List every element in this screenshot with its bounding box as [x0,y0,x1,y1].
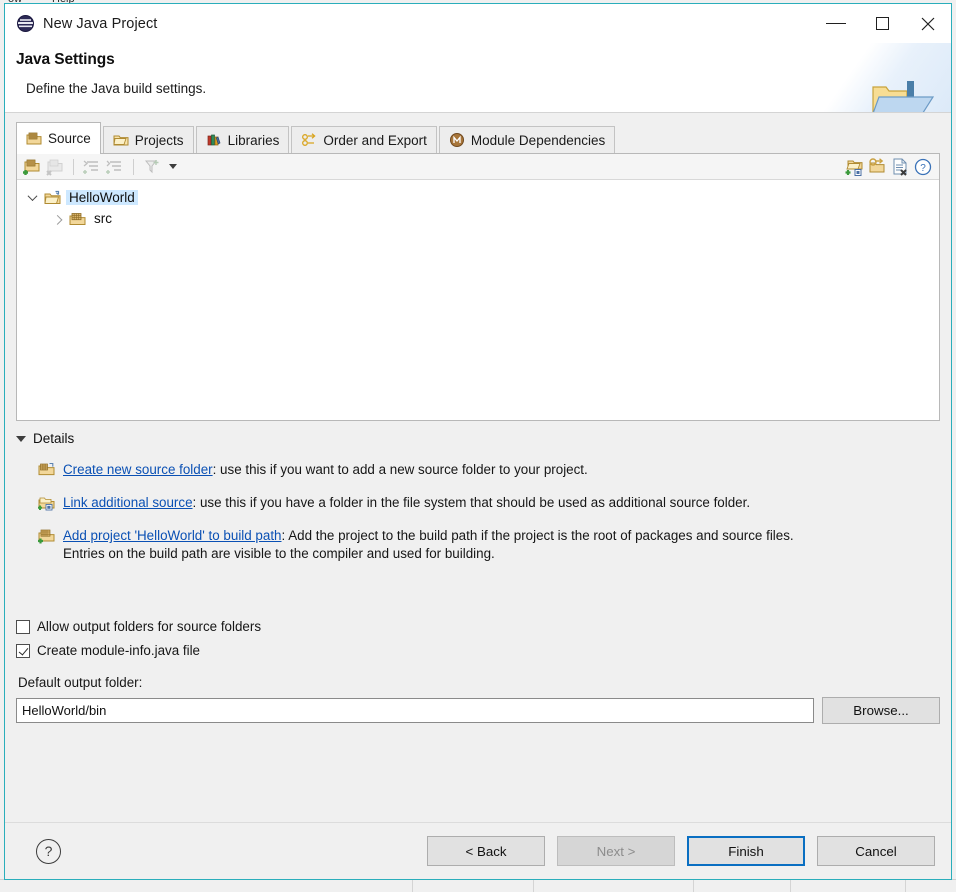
link-link-additional-source[interactable]: Link additional source [63,495,193,510]
dialog-footer: ? < Back Next > Finish Cancel [5,822,951,879]
details-label: Details [33,431,75,446]
toolbar-separator-1 [73,158,74,175]
page-title: Java Settings [16,51,115,68]
allow-output-folders-label: Allow output folders for source folders [37,619,262,634]
module-icon [449,132,465,148]
dialog-header: Java Settings Define the Java build sett… [5,43,951,113]
background-statusbar [0,879,956,892]
detail-text-2: : Add the project to the build path if t… [281,528,794,543]
detail-text-0: : use this if you want to add a new sour… [212,462,588,477]
footer-buttons: < Back Next > Finish Cancel [427,836,935,866]
create-module-info-checkbox[interactable] [16,643,30,658]
triangle-down-icon[interactable] [16,435,26,442]
toolbar-left-group [22,157,177,177]
tree-row-src[interactable]: src [25,208,939,229]
add-source-folder-icon[interactable] [22,157,42,177]
default-output-folder-input[interactable]: HelloWorld/bin [16,698,814,723]
source-panel-toolbar: ? [17,154,939,180]
back-button[interactable]: < Back [427,836,545,866]
tab-projects-label: Projects [134,132,184,148]
details-section-header[interactable]: Details [16,431,940,446]
allow-output-folders-checkbox-row[interactable]: Allow output folders for source folders [16,619,940,634]
source-folders-panel: ? HelloWorld src [16,154,940,421]
collapse-all-icon [82,157,102,177]
dialog-titlebar[interactable]: New Java Project [5,4,951,43]
tab-module-dependencies[interactable]: Module Dependencies [438,126,616,153]
tab-module-dependencies-label: Module Dependencies [470,132,606,148]
link-source-icon [38,495,55,511]
maximize-button[interactable] [859,4,905,43]
help-circle-icon[interactable]: ? [36,838,61,864]
tree-label-src: src [94,211,112,226]
window-controls [813,4,951,43]
create-module-info-checkbox-row[interactable]: Create module-info.java file [16,643,940,658]
link-source-icon[interactable] [867,157,887,177]
detail-link-additional-source: Link additional source: use this if you … [16,493,940,512]
source-folder-icon [26,131,42,147]
cancel-button[interactable]: Cancel [817,836,935,866]
tree-label-project: HelloWorld [66,190,138,205]
projects-folder-icon [113,132,129,148]
order-export-icon [301,132,317,148]
source-folders-tree[interactable]: HelloWorld src [17,180,939,229]
java-project-folder-icon [867,77,937,112]
clear-document-icon[interactable] [890,157,910,177]
chevron-down-icon[interactable] [169,164,177,169]
filter-icon [142,157,162,177]
tab-order-and-export[interactable]: Order and Export [291,126,437,153]
toolbar-right-group: ? [844,157,933,177]
close-button[interactable] [905,4,951,43]
help-circle-icon[interactable]: ? [913,157,933,177]
new-source-folder-icon[interactable] [844,157,864,177]
link-add-project-to-build-path[interactable]: Add project 'HelloWorld' to build path [63,528,282,543]
page-subtitle: Define the Java build settings. [26,81,207,96]
remove-source-folder-icon [45,157,65,177]
minimize-button[interactable] [813,4,859,43]
toolbar-separator-2 [133,158,134,175]
add-to-build-path-icon [38,528,55,544]
detail-create-new-source-folder: Create new source folder: use this if yo… [16,460,940,479]
link-create-new-source-folder[interactable]: Create new source folder [63,462,213,477]
tab-source[interactable]: Source [16,122,101,154]
browse-button[interactable]: Browse... [822,697,940,724]
detail-continuation-2: Entries on the build path are visible to… [63,546,495,561]
tab-order-and-export-label: Order and Export [323,132,427,148]
tab-libraries[interactable]: Libraries [195,126,290,153]
chevron-right-icon[interactable] [50,212,64,226]
new-source-folder-icon [38,462,55,478]
libraries-icon [206,132,222,148]
tab-libraries-label: Libraries [227,132,280,148]
default-output-folder-label: Default output folder: [18,675,143,690]
create-module-info-label: Create module-info.java file [37,643,201,658]
finish-button[interactable]: Finish [687,836,805,866]
detail-add-project-to-build-path: Add project 'HelloWorld' to build path: … [16,526,940,545]
next-button: Next > [557,836,675,866]
chevron-down-icon[interactable] [25,191,39,205]
tab-source-label: Source [48,131,91,146]
eclipse-icon [17,15,34,32]
tab-projects[interactable]: Projects [102,126,194,153]
source-folder-icon [69,211,86,227]
allow-output-folders-checkbox[interactable] [16,619,30,634]
project-folder-icon [44,190,61,206]
dialog-title: New Java Project [43,15,158,32]
dialog-body: Source Projects Libraries Order and Expo… [5,113,951,822]
new-java-project-dialog: New Java Project Java Settings Define th… [4,3,952,880]
tree-row-project[interactable]: HelloWorld [25,187,939,208]
tab-bar: Source Projects Libraries Order and Expo… [16,122,940,154]
expand-all-icon [105,157,125,177]
detail-text-1: : use this if you have a folder in the f… [192,495,751,510]
svg-text:?: ? [920,163,926,174]
